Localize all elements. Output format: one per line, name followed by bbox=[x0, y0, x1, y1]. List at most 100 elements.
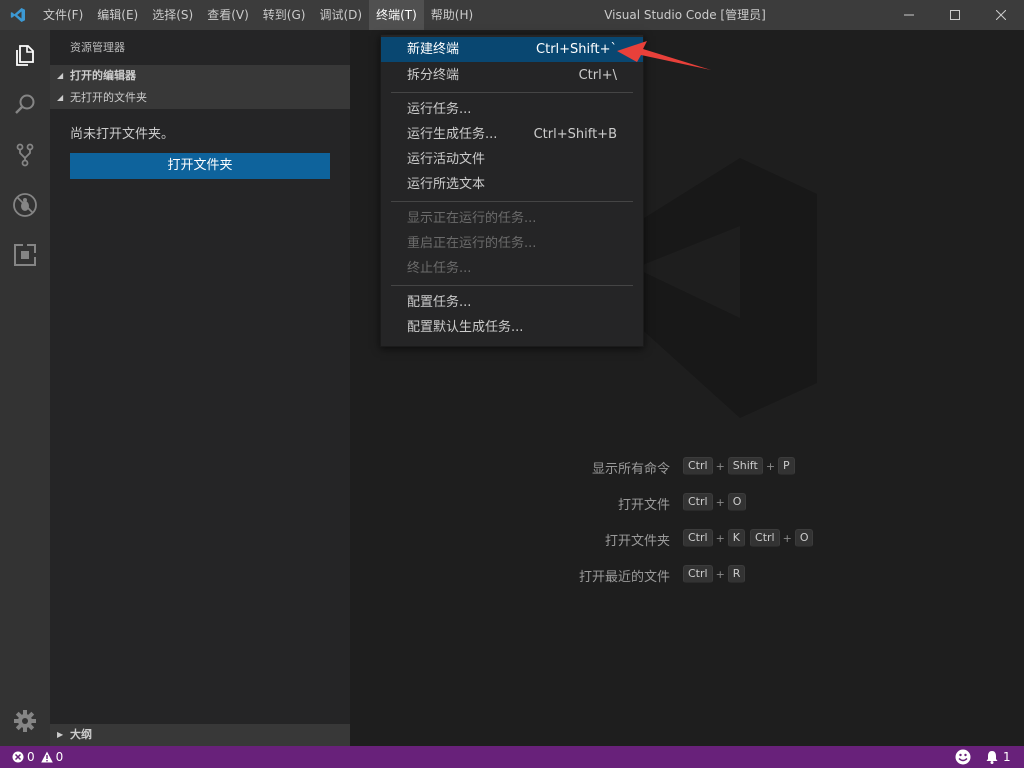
keybinding-key: Ctrl bbox=[750, 529, 780, 547]
terminal-menu-item-6: 显示正在运行的任务... bbox=[381, 206, 643, 231]
menu-item-label: 重启正在运行的任务... bbox=[407, 236, 537, 251]
menu-item-label: 拆分终端 bbox=[407, 68, 460, 83]
menu-item-1[interactable]: 编辑(E) bbox=[90, 0, 145, 30]
vscode-logo-icon bbox=[10, 8, 25, 22]
extensions-icon bbox=[14, 243, 37, 266]
error-icon bbox=[12, 751, 24, 763]
explorer-button[interactable] bbox=[0, 30, 50, 80]
shortcut-label[interactable]: 显示所有命令 bbox=[592, 458, 670, 477]
menu-item-6[interactable]: 终端(T) bbox=[369, 0, 424, 30]
shortcut-keys: Ctrl + Shift + P bbox=[683, 455, 795, 477]
terminal-menu-item-3[interactable]: 运行生成任务... Ctrl+Shift+B bbox=[381, 122, 643, 147]
menu-item-label: 运行生成任务... bbox=[407, 127, 498, 142]
search-icon bbox=[15, 94, 35, 114]
notification-count: 1 bbox=[1003, 750, 1011, 764]
menu-item-label: 终止任务... bbox=[407, 261, 472, 276]
notifications-indicator[interactable]: 1 bbox=[985, 746, 1011, 768]
menu-item-label: 运行任务... bbox=[407, 102, 472, 117]
menu-item-4[interactable]: 转到(G) bbox=[256, 0, 313, 30]
activity-bar bbox=[0, 30, 50, 746]
keybinding-key: Ctrl bbox=[683, 529, 713, 547]
manage-button[interactable] bbox=[0, 696, 50, 746]
open-folder-button[interactable]: 打开文件夹 bbox=[70, 153, 330, 179]
explorer-sidebar: 资源管理器 ◢ 打开的编辑器 ◢ 无打开的文件夹 尚未打开文件夹。 打开文件夹 … bbox=[50, 30, 350, 746]
terminal-menu-item-8: 终止任务... bbox=[381, 256, 643, 281]
source-control-icon bbox=[16, 143, 34, 167]
key-plus: + bbox=[715, 459, 725, 473]
menu-separator bbox=[391, 92, 633, 93]
menu-item-label: 运行所选文本 bbox=[407, 177, 486, 192]
terminal-menu-item-1[interactable]: 拆分终端 Ctrl+\ bbox=[381, 63, 643, 88]
debug-icon bbox=[13, 193, 37, 217]
bell-icon bbox=[986, 751, 998, 764]
outline-label: 大纲 bbox=[70, 728, 92, 741]
close-button[interactable] bbox=[978, 0, 1024, 30]
keybinding-key: Ctrl bbox=[683, 565, 713, 583]
problems-indicator[interactable]: 0 0 bbox=[12, 746, 69, 768]
triangle-down-icon: ◢ bbox=[57, 93, 64, 102]
annotation-arrow-icon bbox=[617, 41, 711, 70]
menu-item-5[interactable]: 调试(D) bbox=[312, 0, 369, 30]
shortcut-row: 打开文件 Ctrl + O bbox=[520, 491, 980, 513]
no-folder-label: 无打开的文件夹 bbox=[70, 91, 147, 104]
key-plus: + bbox=[765, 459, 776, 473]
key-plus: + bbox=[715, 495, 725, 509]
key-plus: + bbox=[782, 531, 792, 545]
search-button[interactable] bbox=[0, 80, 50, 130]
key-plus: + bbox=[715, 531, 725, 545]
open-editors-header[interactable]: ◢ 打开的编辑器 bbox=[50, 65, 350, 87]
outline-header[interactable]: ▶ 大纲 bbox=[50, 724, 350, 746]
keybinding-key: K bbox=[727, 529, 746, 547]
minimize-icon bbox=[904, 14, 914, 16]
terminal-menu-item-4[interactable]: 运行活动文件 bbox=[381, 147, 643, 172]
shortcut-keys: Ctrl + O bbox=[683, 491, 747, 513]
terminal-menu-item-10[interactable]: 配置默认生成任务... bbox=[381, 315, 643, 340]
shortcut-row: 打开最近的文件 Ctrl + R bbox=[520, 563, 980, 585]
key-plus: + bbox=[715, 567, 725, 581]
terminal-menu-item-2[interactable]: 运行任务... bbox=[381, 97, 643, 122]
minimize-button[interactable] bbox=[886, 0, 932, 30]
status-bar: 0 0 1 bbox=[0, 746, 1024, 768]
menu-item-label: 新建终端 bbox=[407, 42, 460, 57]
menu-item-label: 显示正在运行的任务... bbox=[407, 211, 537, 226]
shortcut-row: 显示所有命令 Ctrl + Shift + P bbox=[520, 455, 980, 477]
debug-button[interactable] bbox=[0, 180, 50, 230]
files-icon bbox=[16, 45, 34, 66]
keybinding-key: P bbox=[778, 457, 795, 475]
menu-item-3[interactable]: 查看(V) bbox=[200, 0, 256, 30]
sidebar-title: 资源管理器 bbox=[70, 41, 125, 54]
shortcut-label[interactable]: 打开最近的文件 bbox=[579, 566, 670, 585]
menu-item-label: 配置任务... bbox=[407, 295, 472, 310]
maximize-button[interactable] bbox=[932, 0, 978, 30]
error-count: 0 bbox=[27, 750, 35, 764]
open-editors-label: 打开的编辑器 bbox=[70, 69, 136, 82]
menu-item-0[interactable]: 文件(F) bbox=[36, 0, 90, 30]
menu-item-label: 配置默认生成任务... bbox=[407, 320, 524, 335]
terminal-menu-item-0[interactable]: 新建终端 Ctrl+Shift+` bbox=[381, 37, 643, 62]
extensions-button[interactable] bbox=[0, 230, 50, 280]
shortcut-keys: Ctrl + K Ctrl + O bbox=[683, 527, 814, 549]
warning-icon bbox=[40, 751, 53, 763]
triangle-right-icon: ▶ bbox=[57, 730, 64, 739]
keybinding-key: O bbox=[794, 529, 814, 547]
terminal-menu-item-9[interactable]: 配置任务... bbox=[381, 290, 643, 315]
source-control-button[interactable] bbox=[0, 130, 50, 180]
menu-item-shortcut: Ctrl+\ bbox=[578, 68, 617, 83]
menu-item-label: 运行活动文件 bbox=[407, 152, 486, 167]
terminal-menu-item-7: 重启正在运行的任务... bbox=[381, 231, 643, 256]
keybinding-key: R bbox=[727, 565, 746, 583]
menu-separator bbox=[391, 201, 633, 202]
no-folder-header[interactable]: ◢ 无打开的文件夹 bbox=[50, 87, 350, 109]
triangle-down-icon: ◢ bbox=[57, 71, 64, 80]
menu-item-7[interactable]: 帮助(H) bbox=[424, 0, 480, 30]
shortcut-label[interactable]: 打开文件 bbox=[618, 494, 670, 513]
menu-item-shortcut: Ctrl+Shift+B bbox=[533, 127, 617, 142]
title-bar: 文件(F) 编辑(E) 选择(S) 查看(V) 转到(G) 调试(D) 终端(T) 帮助(H)… bbox=[0, 0, 1024, 30]
feedback-smiley-icon[interactable] bbox=[955, 749, 971, 765]
keybinding-key: Shift bbox=[727, 457, 763, 475]
shortcut-keys: Ctrl + R bbox=[683, 563, 746, 585]
terminal-menu-item-5[interactable]: 运行所选文本 bbox=[381, 172, 643, 197]
menu-bar: 文件(F) 编辑(E) 选择(S) 查看(V) 转到(G) 调试(D) 终端(T) 帮助(H) bbox=[36, 0, 480, 30]
menu-item-2[interactable]: 选择(S) bbox=[145, 0, 200, 30]
shortcut-label[interactable]: 打开文件夹 bbox=[605, 530, 670, 549]
